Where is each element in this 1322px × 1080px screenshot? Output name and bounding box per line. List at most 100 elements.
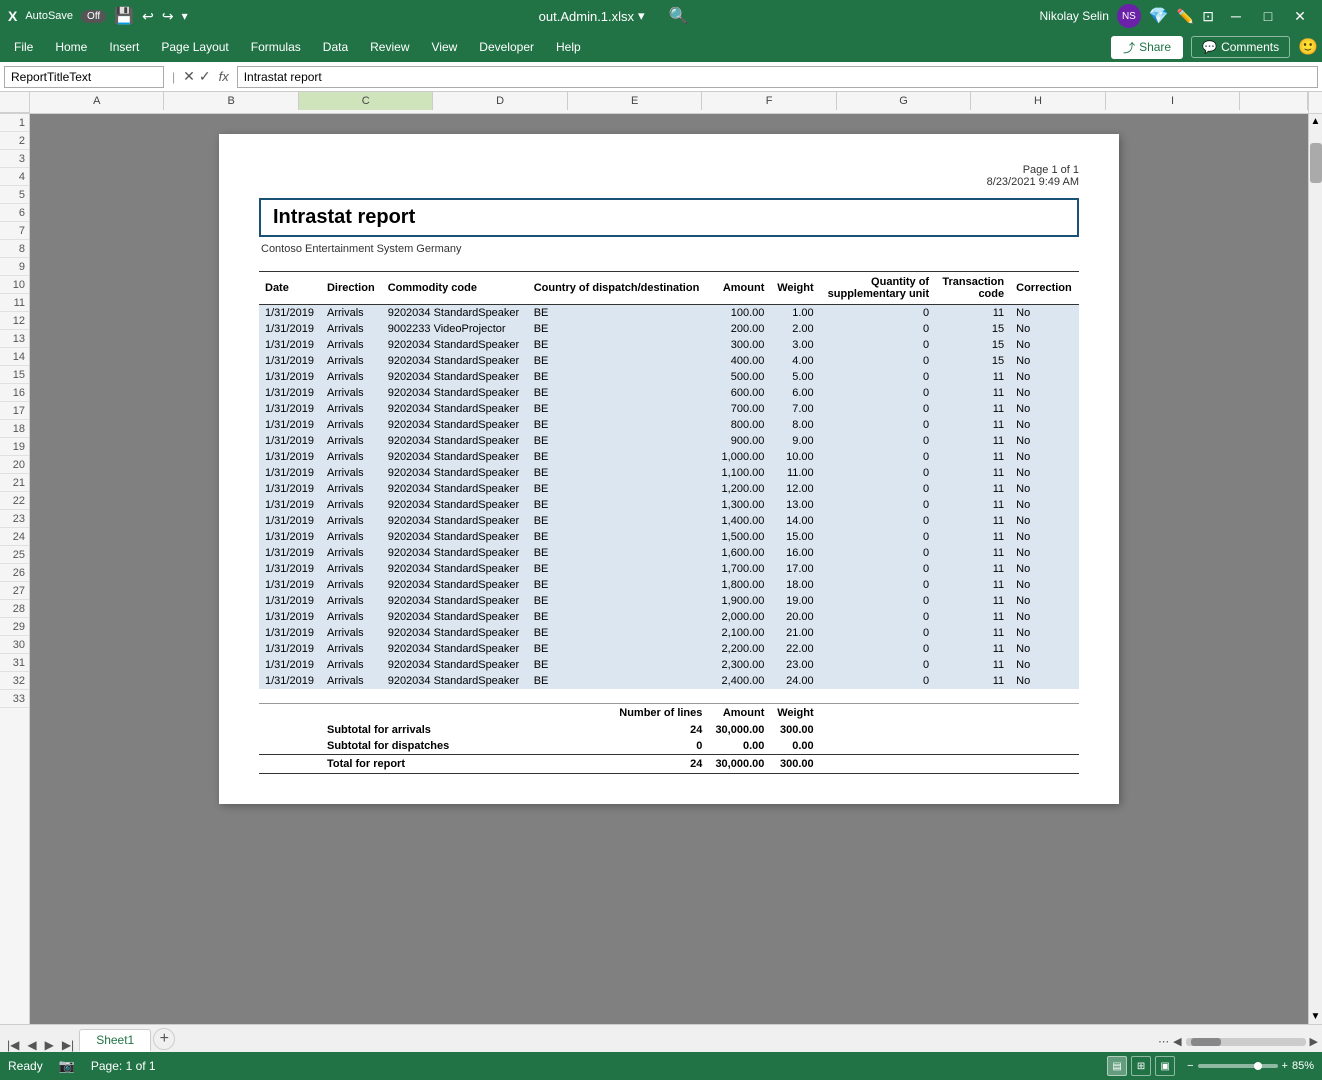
row-26[interactable]: 26 bbox=[0, 564, 29, 582]
h-scroll-right-btn[interactable]: ▶ bbox=[1310, 1035, 1318, 1048]
col-A[interactable]: A bbox=[30, 92, 164, 110]
menu-view[interactable]: View bbox=[422, 36, 468, 58]
row-10[interactable]: 10 bbox=[0, 276, 29, 294]
h-scroll-left-btn[interactable]: ◀ bbox=[1173, 1035, 1181, 1048]
search-icon[interactable]: 🔍 bbox=[669, 6, 689, 26]
menu-data[interactable]: Data bbox=[313, 36, 358, 58]
close-button[interactable]: ✕ bbox=[1286, 6, 1314, 26]
col-G[interactable]: G bbox=[837, 92, 971, 110]
col-C[interactable]: C bbox=[299, 92, 433, 110]
customize-icon[interactable]: ▾ bbox=[182, 9, 188, 23]
page-break-view-icon[interactable]: ⊞ bbox=[1131, 1056, 1151, 1076]
row-28[interactable]: 28 bbox=[0, 600, 29, 618]
tab-next-icon[interactable]: ▶ bbox=[42, 1038, 57, 1052]
menu-file[interactable]: File bbox=[4, 36, 43, 58]
row-27[interactable]: 27 bbox=[0, 582, 29, 600]
menu-home[interactable]: Home bbox=[45, 36, 97, 58]
vertical-scrollbar[interactable]: ▲ ▼ bbox=[1308, 114, 1322, 1024]
table-row: 1/31/2019 Arrivals 9202034 StandardSpeak… bbox=[259, 657, 1079, 673]
autosave-toggle[interactable]: Off bbox=[81, 10, 106, 23]
row-14[interactable]: 14 bbox=[0, 348, 29, 366]
row-8[interactable]: 8 bbox=[0, 240, 29, 258]
col-J[interactable] bbox=[1240, 92, 1308, 110]
share-button[interactable]: ⤴ Share bbox=[1111, 36, 1183, 59]
menu-review[interactable]: Review bbox=[360, 36, 419, 58]
save-icon[interactable]: 💾 bbox=[114, 6, 134, 26]
row-21[interactable]: 21 bbox=[0, 474, 29, 492]
menu-formulas[interactable]: Formulas bbox=[241, 36, 311, 58]
minimize-button[interactable]: ─ bbox=[1222, 6, 1250, 26]
row-33[interactable]: 33 bbox=[0, 690, 29, 708]
row-6[interactable]: 6 bbox=[0, 204, 29, 222]
restore-icon[interactable]: ⊡ bbox=[1202, 8, 1214, 25]
emoji-icon[interactable]: 🙂 bbox=[1298, 37, 1318, 57]
row-7[interactable]: 7 bbox=[0, 222, 29, 240]
row-16[interactable]: 16 bbox=[0, 384, 29, 402]
undo-icon[interactable]: ↩ bbox=[142, 8, 154, 25]
row-19[interactable]: 19 bbox=[0, 438, 29, 456]
col-B[interactable]: B bbox=[164, 92, 298, 110]
zoom-out-icon[interactable]: − bbox=[1187, 1060, 1193, 1072]
row-4[interactable]: 4 bbox=[0, 168, 29, 186]
menu-insert[interactable]: Insert bbox=[99, 36, 149, 58]
col-F[interactable]: F bbox=[702, 92, 836, 110]
cancel-formula-icon[interactable]: ✕ bbox=[183, 68, 195, 85]
row-1[interactable]: 1 bbox=[0, 114, 29, 132]
menu-page-layout[interactable]: Page Layout bbox=[151, 36, 238, 58]
row-15[interactable]: 15 bbox=[0, 366, 29, 384]
col-H[interactable]: H bbox=[971, 92, 1105, 110]
sheet-content[interactable]: Page 1 of 1 8/23/2021 9:49 AM Intrastat … bbox=[30, 114, 1308, 1024]
tab-last-icon[interactable]: ▶| bbox=[59, 1038, 77, 1052]
maximize-button[interactable]: □ bbox=[1254, 6, 1282, 26]
page-layout-view-icon[interactable]: ▣ bbox=[1155, 1056, 1175, 1076]
tab-prev-icon[interactable]: ◀ bbox=[24, 1038, 39, 1052]
filename-dropdown-icon[interactable]: ▾ bbox=[638, 8, 645, 24]
row-23[interactable]: 23 bbox=[0, 510, 29, 528]
pen-icon[interactable]: ✏️ bbox=[1177, 8, 1194, 25]
col-E[interactable]: E bbox=[568, 92, 702, 110]
row-2[interactable]: 2 bbox=[0, 132, 29, 150]
redo-icon[interactable]: ↪ bbox=[162, 8, 174, 25]
row-31[interactable]: 31 bbox=[0, 654, 29, 672]
tab-sheet1[interactable]: Sheet1 bbox=[79, 1029, 151, 1052]
add-sheet-button[interactable]: + bbox=[153, 1028, 175, 1050]
cell-country: BE bbox=[528, 321, 709, 337]
row-12[interactable]: 12 bbox=[0, 312, 29, 330]
row-25[interactable]: 25 bbox=[0, 546, 29, 564]
row-32[interactable]: 32 bbox=[0, 672, 29, 690]
row-13[interactable]: 13 bbox=[0, 330, 29, 348]
col-I[interactable]: I bbox=[1106, 92, 1240, 110]
scroll-down-btn[interactable]: ▼ bbox=[1309, 1009, 1322, 1024]
row-20[interactable]: 20 bbox=[0, 456, 29, 474]
horizontal-scrollbar[interactable] bbox=[1186, 1038, 1306, 1046]
diamond-icon[interactable]: 💎 bbox=[1149, 6, 1169, 26]
normal-view-icon[interactable]: ▤ bbox=[1107, 1056, 1127, 1076]
h-scroll-thumb[interactable] bbox=[1191, 1038, 1221, 1046]
select-all-corner[interactable] bbox=[0, 92, 30, 113]
col-D[interactable]: D bbox=[433, 92, 567, 110]
zoom-slider[interactable] bbox=[1198, 1064, 1278, 1068]
scroll-thumb[interactable] bbox=[1310, 143, 1322, 183]
cell-amount: 2,400.00 bbox=[708, 673, 770, 689]
row-5[interactable]: 5 bbox=[0, 186, 29, 204]
cell-date: 1/31/2019 bbox=[259, 673, 321, 689]
row-9[interactable]: 9 bbox=[0, 258, 29, 276]
row-24[interactable]: 24 bbox=[0, 528, 29, 546]
confirm-formula-icon[interactable]: ✓ bbox=[199, 68, 211, 85]
row-11[interactable]: 11 bbox=[0, 294, 29, 312]
row-29[interactable]: 29 bbox=[0, 618, 29, 636]
tab-options-icon[interactable]: ⋯ bbox=[1158, 1035, 1169, 1048]
row-30[interactable]: 30 bbox=[0, 636, 29, 654]
row-22[interactable]: 22 bbox=[0, 492, 29, 510]
name-box[interactable] bbox=[4, 66, 164, 88]
menu-developer[interactable]: Developer bbox=[469, 36, 544, 58]
formula-input[interactable] bbox=[237, 66, 1318, 88]
tab-first-icon[interactable]: |◀ bbox=[4, 1038, 22, 1052]
scroll-up-btn[interactable]: ▲ bbox=[1309, 114, 1322, 129]
comments-button[interactable]: 💬 Comments bbox=[1191, 36, 1290, 58]
row-18[interactable]: 18 bbox=[0, 420, 29, 438]
row-3[interactable]: 3 bbox=[0, 150, 29, 168]
menu-help[interactable]: Help bbox=[546, 36, 591, 58]
row-17[interactable]: 17 bbox=[0, 402, 29, 420]
zoom-in-icon[interactable]: + bbox=[1282, 1060, 1288, 1072]
